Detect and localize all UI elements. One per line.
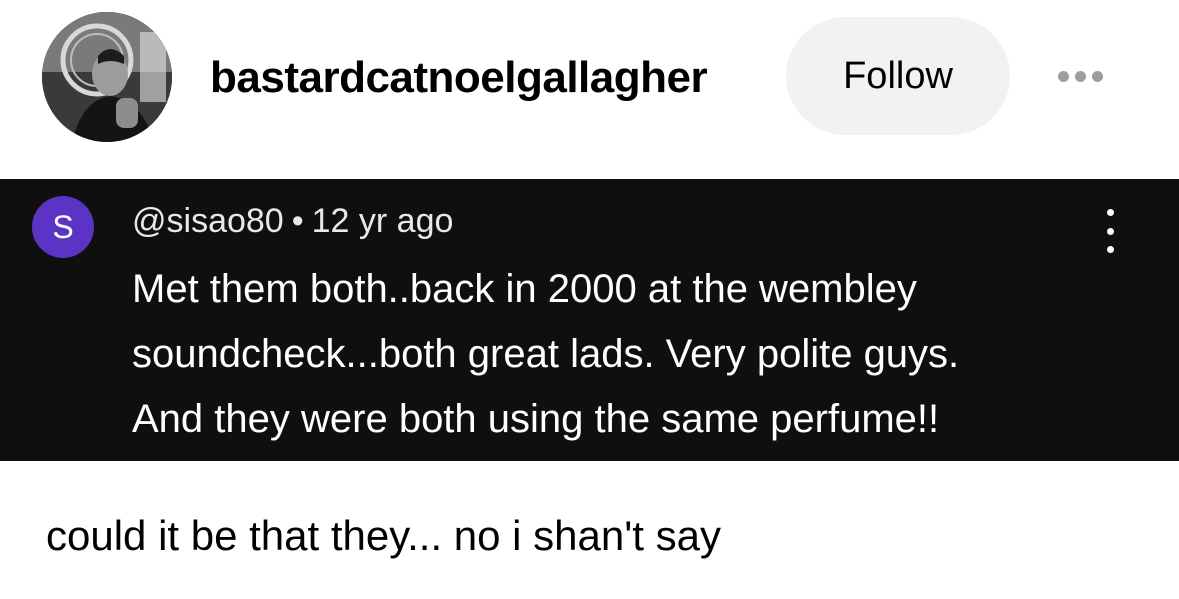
follow-button[interactable]: Follow [786, 17, 1010, 135]
blog-avatar[interactable] [42, 12, 172, 142]
commenter-handle: @sisao80 [132, 202, 284, 240]
dot [1106, 227, 1114, 235]
comment-timestamp: 12 yr ago [311, 202, 454, 240]
post-header: bastardcatnoelgallagher Follow [0, 0, 1179, 160]
dot [1074, 70, 1086, 82]
commenter-avatar: S [32, 196, 94, 258]
post-caption: could it be that they... no i shan't say [46, 512, 721, 559]
comment-screenshot: S @sisao80 • 12 yr ago Met them both..back… [0, 179, 1179, 461]
avatar-photo [42, 12, 172, 142]
dot [1106, 246, 1114, 253]
comment-meta: @sisao80 • 12 yr ago [132, 199, 453, 243]
comment-line: soundcheck...both great lads. Very polit… [132, 332, 960, 376]
dot [1057, 70, 1069, 82]
dot [1091, 70, 1103, 82]
meta-separator: • [291, 202, 304, 240]
comment-text: Met them both..back in 2000 at the wembl… [132, 257, 1132, 452]
more-options-icon[interactable] [1040, 58, 1120, 94]
more-vertical-icon [1098, 209, 1122, 253]
comment-line: And they were both using the same perfum… [132, 397, 940, 441]
dot [1106, 209, 1114, 216]
comment-line: Met them both..back in 2000 at the wembl… [132, 267, 917, 311]
blog-username[interactable]: bastardcatnoelgallagher [210, 48, 708, 108]
